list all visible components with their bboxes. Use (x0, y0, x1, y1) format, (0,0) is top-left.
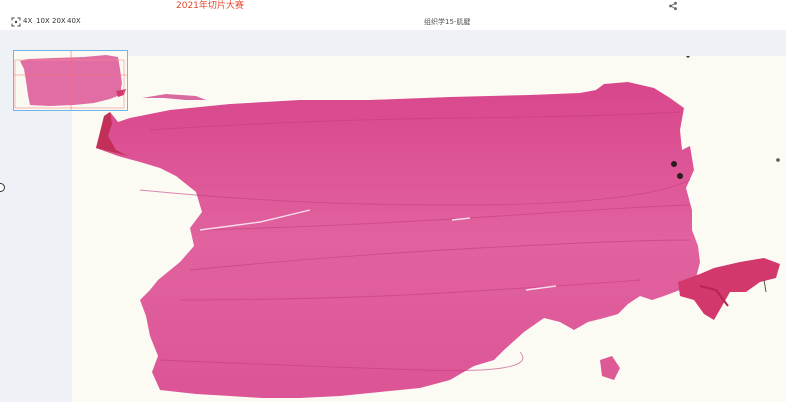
zoom-4x-button[interactable]: 4X (23, 17, 32, 26)
slide-viewer[interactable] (0, 30, 786, 402)
tissue-body (96, 82, 700, 398)
zoom-40x-button[interactable]: 40X (67, 17, 81, 26)
zoom-10x-button[interactable]: 10X (36, 17, 50, 26)
app-title: 2021年切片大赛 (176, 1, 244, 11)
slide-image[interactable] (72, 56, 786, 402)
fit-to-screen-icon[interactable] (11, 17, 21, 27)
slide-name: 组织学15-肌腱 (424, 18, 471, 26)
top-bar: 2021年切片大赛 (0, 0, 786, 14)
tissue-section (96, 56, 780, 398)
share-icon[interactable] (668, 1, 678, 11)
navigator-thumbnail[interactable] (13, 50, 128, 111)
sidebar-toggle-handle[interactable] (0, 183, 5, 192)
thumbnail-image (14, 51, 127, 110)
viewer-toolbar: 4X 10X 20X 40X 组织学15-肌腱 (0, 14, 786, 30)
zoom-20x-button[interactable]: 20X (52, 17, 66, 26)
